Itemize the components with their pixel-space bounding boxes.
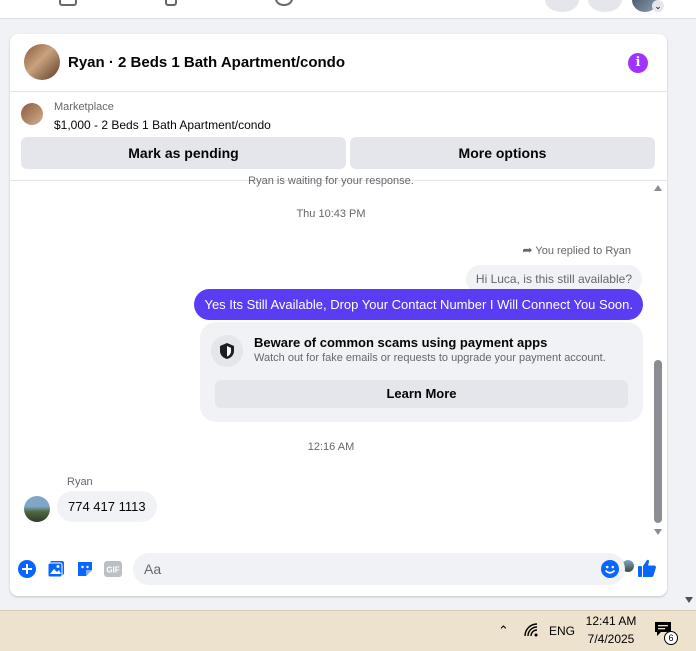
page-scroll-down-arrow[interactable]: [685, 597, 693, 603]
sender-name: Ryan: [67, 476, 93, 488]
shield-icon: [211, 335, 243, 367]
more-options-button[interactable]: More options: [350, 137, 655, 169]
thumbs-up-icon[interactable]: [637, 558, 657, 583]
gif-label: GIF: [106, 566, 119, 575]
listing-small-thumbnail[interactable]: [21, 103, 43, 125]
listing-thumbnail[interactable]: [24, 44, 60, 80]
message-composer: GIF Aa: [10, 548, 667, 588]
gif-icon[interactable]: GIF: [104, 560, 122, 578]
notifications-icon[interactable]: [588, 0, 622, 12]
scroll-down-arrow[interactable]: [654, 529, 662, 535]
scam-warning-subtitle: Watch out for fake emails or requests to…: [254, 352, 606, 364]
chevron-down-icon[interactable]: ⌄: [652, 0, 664, 12]
scam-warning-title: Beware of common scams using payment app…: [254, 335, 548, 350]
wifi-icon[interactable]: [524, 623, 540, 642]
message-input[interactable]: Aa: [133, 553, 625, 585]
notification-count-badge: 6: [664, 631, 678, 645]
photo-icon[interactable]: [47, 560, 65, 578]
groups-nav-icon[interactable]: [165, 0, 177, 6]
message-list: Ryan is waiting for your response. Thu 1…: [10, 175, 667, 572]
sticker-icon[interactable]: [76, 560, 94, 578]
system-taskbar: ⌃ ENG 12:41 AM 7/4/2025 6: [0, 610, 696, 651]
sent-message-bubble[interactable]: Yes Its Still Available, Drop Your Conta…: [194, 289, 643, 320]
sender-avatar[interactable]: [24, 496, 50, 522]
marketplace-label: Marketplace: [54, 101, 114, 113]
top-navigation-bar: ⌄: [0, 0, 696, 19]
chat-title[interactable]: Ryan · 2 Beds 1 Bath Apartment/condo: [68, 54, 345, 71]
plus-icon[interactable]: [18, 560, 36, 578]
mark-as-pending-button[interactable]: Mark as pending: [21, 137, 346, 169]
show-hidden-icons-icon[interactable]: ⌃: [498, 623, 509, 639]
timestamp: 12:16 AM: [307, 441, 355, 453]
gaming-nav-icon[interactable]: [275, 0, 293, 6]
scrollbar-thumb[interactable]: [654, 360, 662, 523]
incoming-message-bubble[interactable]: 774 417 1113: [57, 491, 157, 522]
waiting-note: Ryan is waiting for your response.: [248, 175, 414, 187]
clock-time[interactable]: 12:41 AM: [585, 614, 637, 628]
marketplace-nav-icon[interactable]: [59, 0, 77, 6]
listing-price-title[interactable]: $1,000 - 2 Beds 1 Bath Apartment/condo: [54, 118, 271, 132]
chat-header: Ryan · 2 Beds 1 Bath Apartment/condo i: [10, 34, 667, 92]
replied-indicator: ➦ You replied to Ryan: [522, 243, 631, 257]
scam-warning-card: Beware of common scams using payment app…: [200, 322, 643, 422]
chat-window: Ryan · 2 Beds 1 Bath Apartment/condo i M…: [10, 34, 667, 596]
learn-more-button[interactable]: Learn More: [215, 380, 628, 408]
emoji-icon[interactable]: [601, 560, 619, 578]
timestamp: Thu 10:43 PM: [296, 208, 366, 220]
scroll-up-arrow[interactable]: [654, 185, 662, 191]
info-icon[interactable]: i: [628, 53, 648, 73]
clock-date[interactable]: 7/4/2025: [585, 632, 637, 646]
language-indicator[interactable]: ENG: [549, 624, 575, 638]
reply-arrow-icon: ➦: [522, 243, 533, 257]
marketplace-listing-panel: Marketplace $1,000 - 2 Beds 1 Bath Apart…: [10, 92, 667, 181]
replied-text: You replied to Ryan: [535, 245, 631, 257]
menu-grid-icon[interactable]: [545, 0, 579, 12]
